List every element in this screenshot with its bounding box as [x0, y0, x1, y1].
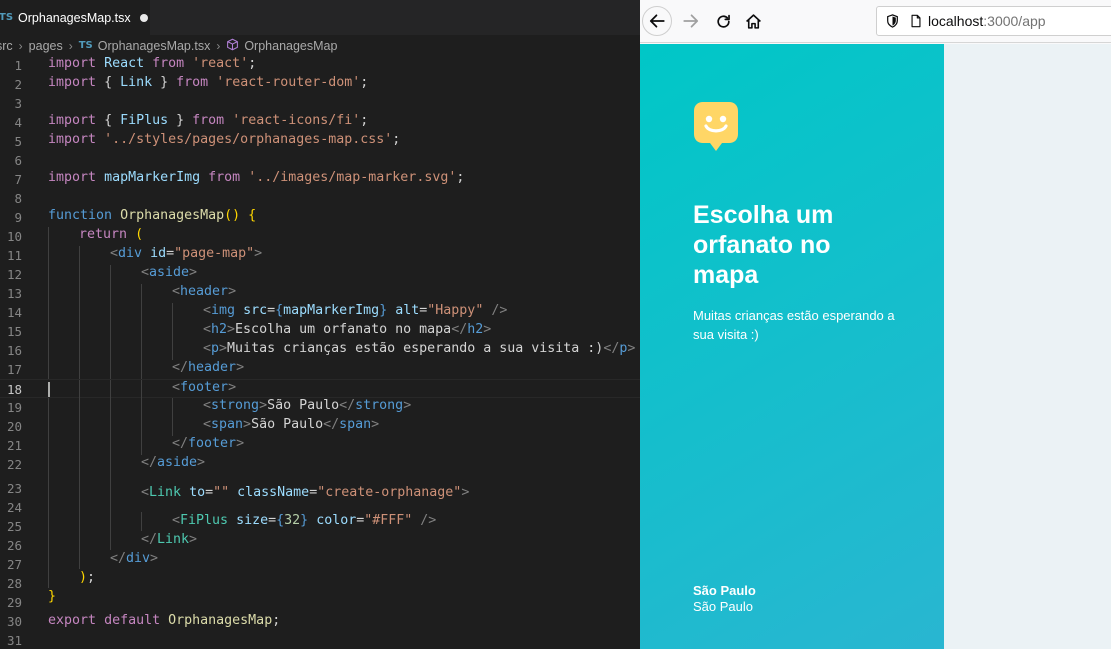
code-line: 14 <img src={mapMarkerImg} alt="Happy" /> — [0, 303, 640, 322]
chevron-right-icon: › — [68, 38, 73, 53]
line-number: 22 — [6, 457, 22, 472]
code-line: 9 function OrphanagesMap() { — [0, 208, 640, 227]
breadcrumb-symbol[interactable]: OrphanagesMap — [244, 39, 337, 53]
code-line: 21 </footer> — [0, 436, 640, 455]
forward-button[interactable] — [676, 6, 706, 36]
line-number: 5 — [14, 134, 22, 149]
page-map-aside: Escolha um orfanato no mapa Muitas crian… — [640, 44, 944, 649]
code-line: 4 import { FiPlus } from 'react-icons/fi'… — [0, 113, 640, 132]
browser-window: localhost:3000/app Escolha um orfanato n… — [640, 0, 1111, 649]
chevron-right-icon: › — [18, 38, 23, 53]
tab-filename: OrphanagesMap.tsx — [18, 10, 131, 25]
forward-arrow-icon — [683, 14, 699, 28]
shield-icon[interactable] — [886, 14, 899, 28]
chevron-right-icon: › — [216, 38, 221, 53]
typescript-file-icon: TS — [78, 40, 93, 51]
line-number: 3 — [14, 96, 22, 111]
home-icon — [745, 13, 761, 29]
line-number: 1 — [14, 58, 22, 73]
typescript-file-icon: TS — [0, 12, 14, 23]
code-line-active: 18 <footer> — [0, 379, 640, 399]
code-line: 27 </div> — [0, 550, 640, 572]
breadcrumb-src[interactable]: src — [0, 39, 13, 53]
line-number: 6 — [14, 153, 22, 168]
code-line: 31 export default OrphanagesMap; — [0, 613, 640, 648]
text-cursor — [48, 382, 50, 397]
line-number: 19 — [6, 400, 22, 415]
line-number: 21 — [6, 438, 22, 453]
breadcrumb: src › pages › TS OrphanagesMap.tsx › Orp… — [0, 35, 640, 56]
home-button[interactable] — [738, 6, 768, 36]
code-line: 2 import { Link } from 'react-router-dom'… — [0, 75, 640, 94]
line-number: 17 — [6, 362, 22, 377]
page-title: Escolha um orfanato no mapa — [693, 201, 834, 289]
page-viewport: Escolha um orfanato no mapa Muitas crian… — [640, 44, 1111, 649]
line-number: 9 — [14, 210, 22, 225]
url-text[interactable]: localhost:3000/app — [928, 13, 1046, 29]
code-line: 26 </Link> — [0, 531, 640, 553]
breadcrumb-file[interactable]: OrphanagesMap.tsx — [98, 39, 211, 53]
line-number: 11 — [6, 248, 22, 263]
code-line: 19 <strong>São Paulo</strong> — [0, 398, 640, 417]
code-line: 10 return ( — [0, 227, 640, 246]
breadcrumb-pages[interactable]: pages — [29, 39, 63, 53]
code-line: 8 — [0, 189, 640, 208]
back-arrow-icon — [649, 14, 665, 28]
line-number: 10 — [6, 229, 22, 244]
symbol-cube-icon — [226, 38, 239, 54]
reload-icon — [716, 14, 730, 28]
unsaved-dot-icon[interactable] — [139, 13, 148, 22]
code-line: 24 <Link to="" className="create-orphanag… — [0, 485, 640, 515]
line-number: 16 — [6, 343, 22, 358]
state-label: São Paulo — [693, 599, 753, 614]
line-number: 4 — [14, 115, 22, 130]
code-line: 29} — [0, 588, 640, 610]
code-line: 12 <aside> — [0, 265, 640, 284]
line-number: 13 — [6, 286, 22, 301]
code-line: 11 <div id="page-map"> — [0, 246, 640, 265]
code-line: 15 <h2>Escolha um orfanato no mapa</h2> — [0, 322, 640, 341]
line-number: 12 — [6, 267, 22, 282]
code-line: 1 import React from 'react'; — [0, 56, 640, 75]
page-icon[interactable] — [910, 14, 922, 28]
back-button[interactable] — [642, 6, 672, 36]
line-number: 15 — [6, 324, 22, 339]
line-number: 14 — [6, 305, 22, 320]
code-line: 6 — [0, 151, 640, 170]
code-line: 13 <header> — [0, 284, 640, 303]
code-editor[interactable]: TS OrphanagesMap.tsx src › pages › TS Or… — [0, 0, 640, 649]
code-line: 20 <span>São Paulo</span> — [0, 417, 640, 436]
editor-tab-orphanages-map[interactable]: TS OrphanagesMap.tsx — [0, 0, 150, 35]
code-line: 17 </header> — [0, 360, 640, 379]
code-line: 28); — [0, 569, 640, 591]
code-line: 22 </aside> — [0, 455, 640, 474]
code-line: 25 <FiPlus size={32} color="#FFF" /> — [0, 512, 640, 534]
code-area[interactable]: 1 import React from 'react'; 2 import { Li… — [0, 56, 640, 648]
browser-toolbar: localhost:3000/app — [640, 0, 1111, 43]
line-number: 8 — [14, 191, 22, 206]
page-subtitle: Muitas crianças estão esperando a sua vi… — [693, 308, 895, 342]
code-line: 7 import mapMarkerImg from '../images/map… — [0, 170, 640, 189]
code-line: 5 import '../styles/pages/orphanages-map.… — [0, 132, 640, 151]
line-number: 2 — [14, 77, 22, 92]
line-number: 31 — [6, 633, 22, 648]
code-line: 16 <p>Muitas crianças estão esperando a s… — [0, 341, 640, 360]
line-number: 7 — [14, 172, 22, 187]
line-number: 18 — [6, 382, 22, 397]
map-marker-logo-icon — [693, 101, 739, 156]
city-label: São Paulo — [693, 583, 756, 598]
reload-button[interactable] — [708, 6, 738, 36]
editor-tab-bar: TS OrphanagesMap.tsx — [0, 0, 640, 35]
url-bar[interactable]: localhost:3000/app — [876, 6, 1111, 36]
code-line: 3 — [0, 94, 640, 113]
line-number: 20 — [6, 419, 22, 434]
